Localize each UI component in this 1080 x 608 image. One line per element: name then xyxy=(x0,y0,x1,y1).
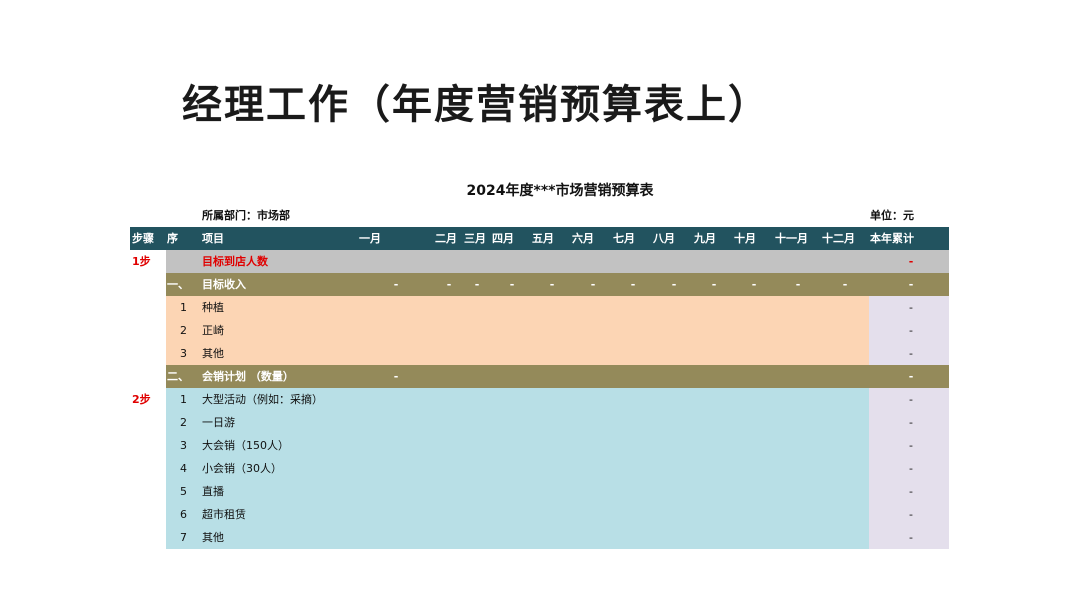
row-seq: 1 xyxy=(180,301,187,314)
row-total: - xyxy=(909,439,913,452)
month-value: - xyxy=(671,278,677,291)
department-label: 所属部门：市场部 xyxy=(202,209,290,222)
header-month: 六月 xyxy=(572,232,594,245)
month-value: - xyxy=(474,278,480,291)
header-total: 本年累计 xyxy=(870,232,914,245)
row-total: - xyxy=(909,485,913,498)
header-month: 三月 xyxy=(464,232,486,245)
month-value: - xyxy=(446,278,452,291)
section-plan-row: 二、 会销计划 （数量） - - xyxy=(130,365,949,388)
row-seq: 7 xyxy=(180,531,187,544)
row-seq: 3 xyxy=(180,347,187,360)
row-total: - xyxy=(908,278,914,291)
income-row: 1 种植 - xyxy=(130,296,949,319)
header-month: 十二月 xyxy=(822,232,855,245)
row-seq: 3 xyxy=(180,439,187,452)
row-total: - xyxy=(909,416,913,429)
row-seq: 5 xyxy=(180,485,187,498)
header-month: 十一月 xyxy=(775,232,808,245)
row-total: - xyxy=(909,462,913,475)
header-month: 一月 xyxy=(359,232,381,245)
plan-row: 6 超市租赁 - xyxy=(130,503,949,526)
section-item: 会销计划 （数量） xyxy=(202,370,294,383)
row-total: - xyxy=(909,393,913,406)
row-total: - xyxy=(908,255,914,268)
row-total: - xyxy=(909,531,913,544)
row-item: 正崎 xyxy=(202,324,224,337)
header-item: 项目 xyxy=(202,232,224,245)
month-value: - xyxy=(549,278,555,291)
row-total: - xyxy=(908,370,914,383)
row-total: - xyxy=(909,324,913,337)
step-label: 2步 xyxy=(132,393,151,406)
row-seq: 1 xyxy=(180,393,187,406)
month-value: - xyxy=(795,278,801,291)
row-total: - xyxy=(909,347,913,360)
month-value: - xyxy=(711,278,717,291)
month-value: - xyxy=(393,278,399,291)
step-label: 1步 xyxy=(132,255,151,268)
income-row: 3 其他 - xyxy=(130,342,949,365)
row-item: 其他 xyxy=(202,347,224,360)
header-step: 步骤 xyxy=(132,232,154,245)
header-month: 二月 xyxy=(435,232,457,245)
plan-row: 7 其他 - xyxy=(130,526,949,549)
header-seq: 序 xyxy=(167,232,178,245)
month-value: - xyxy=(393,370,399,383)
row-total: - xyxy=(909,508,913,521)
budget-table: 步骤 序 项目 一月 二月 三月 四月 五月 六月 七月 八月 九月 十月 十一… xyxy=(130,227,949,549)
row-item: 大型活动（例如：采摘） xyxy=(202,393,323,406)
table-header-row: 步骤 序 项目 一月 二月 三月 四月 五月 六月 七月 八月 九月 十月 十一… xyxy=(130,227,949,250)
header-month: 七月 xyxy=(613,232,635,245)
table-title: 2024年度***市场营销预算表 xyxy=(466,183,654,199)
section-seq: 二、 xyxy=(167,370,189,383)
month-value: - xyxy=(842,278,848,291)
plan-row: 2 一日游 - xyxy=(130,411,949,434)
section-seq: 一、 xyxy=(167,278,189,291)
month-value: - xyxy=(590,278,596,291)
month-value: - xyxy=(509,278,515,291)
page-title: 经理工作（年度营销预算表上） xyxy=(182,82,770,128)
row-total: - xyxy=(909,301,913,314)
row-item: 一日游 xyxy=(202,416,235,429)
section-income-row: 一、 目标收入 - - - - - - - - - - - - - xyxy=(130,273,949,296)
row-seq: 2 xyxy=(180,416,187,429)
month-value: - xyxy=(751,278,757,291)
unit-label: 单位：元 xyxy=(870,209,914,222)
section-item: 目标收入 xyxy=(202,278,246,291)
plan-row: 2步 1 大型活动（例如：采摘） - xyxy=(130,388,949,411)
header-month: 十月 xyxy=(734,232,756,245)
row-seq: 6 xyxy=(180,508,187,521)
row-item: 大会销（150人） xyxy=(202,439,289,452)
header-month: 九月 xyxy=(694,232,716,245)
plan-row: 5 直播 - xyxy=(130,480,949,503)
header-month: 四月 xyxy=(492,232,514,245)
row-item: 超市租赁 xyxy=(202,508,246,521)
plan-row: 4 小会销（30人） - xyxy=(130,457,949,480)
target-visitors-row: 1步 目标到店人数 - xyxy=(130,250,949,273)
month-value: - xyxy=(630,278,636,291)
plan-row: 3 大会销（150人） - xyxy=(130,434,949,457)
row-seq: 2 xyxy=(180,324,187,337)
row-item: 直播 xyxy=(202,485,224,498)
row-seq: 4 xyxy=(180,462,187,475)
income-row: 2 正崎 - xyxy=(130,319,949,342)
row-item: 目标到店人数 xyxy=(202,255,268,268)
header-month: 五月 xyxy=(532,232,554,245)
header-month: 八月 xyxy=(653,232,675,245)
row-item: 小会销（30人） xyxy=(202,462,282,475)
row-item: 种植 xyxy=(202,301,224,314)
row-item: 其他 xyxy=(202,531,224,544)
